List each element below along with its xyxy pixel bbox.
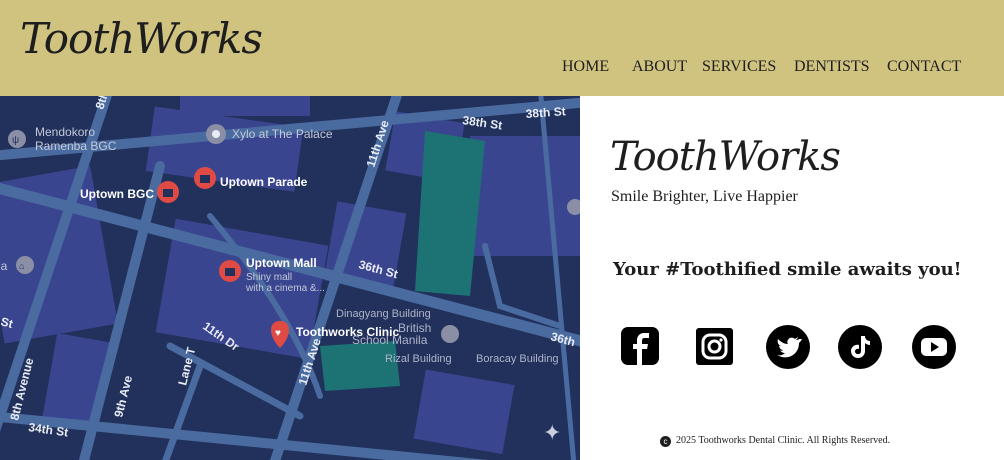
nav-dentists[interactable]: DENTISTS [794,58,870,76]
place-label: Uptown Mall [246,256,317,270]
place-label: Ramenba BGC [35,139,117,153]
street-label: 36th [549,329,576,349]
copyright-icon: c [660,436,671,447]
place-label: ia [0,259,8,273]
sparkle-icon[interactable]: ✦ [543,420,561,445]
site-header: ToothWorks HOME ABOUT SERVICES DENTISTS … [0,0,1004,96]
instagram-icon[interactable] [692,324,738,370]
place-label: Dinagyang Building [336,308,431,320]
nav-home[interactable]: HOME [562,58,609,76]
main-nav: HOME ABOUT SERVICES DENTISTS CONTACT [0,58,1004,80]
cta-heading: Your #Toothified smile awaits you! [613,259,962,280]
street-label: 9th Ave [111,374,135,419]
place-boracay: Boracay Building [476,353,559,365]
place-desc: with a cinema &... [245,283,325,294]
tooth-pin-icon: ♥ [275,328,281,339]
tagline: Smile Brighter, Live Happier [611,188,798,205]
location-map[interactable]: 38th St 38th St 36th St 36th 11th Ave 11… [0,96,580,460]
shopping-bag-icon [200,175,210,183]
hotel-icon: ⌂ [19,261,24,271]
shopping-bag-icon [225,268,235,276]
place-dinagyang: Dinagyang Building [336,308,431,320]
panel-logo: ToothWorks [610,134,841,180]
restaurant-icon: ψ [12,135,19,146]
place-label: Uptown BGC [80,187,154,201]
nav-services[interactable]: SERVICES [702,58,776,76]
place-icon [212,130,220,138]
nav-contact[interactable]: CONTACT [887,58,961,76]
place-desc: Shiny mall [246,272,292,283]
youtube-icon[interactable] [911,324,957,370]
copyright-text: 2025 Toothworks Dental Clinic. All Right… [676,435,891,446]
place-label: Rizal Building [385,353,452,365]
place-label: Mendokoro [35,125,95,139]
place-label: School Manila [352,333,428,347]
tiktok-icon[interactable] [837,324,883,370]
place-rizal: Rizal Building [385,353,452,365]
contact-panel: ToothWorks Smile Brighter, Live Happier … [580,96,1004,460]
place-label: Uptown Parade [220,175,308,189]
copyright-footer: c 2025 Toothworks Dental Clinic. All Righ… [660,435,890,447]
street-label: 38th St [462,113,504,132]
site-logo[interactable]: ToothWorks [20,14,263,63]
twitter-icon[interactable] [765,324,811,370]
street-label: 38th St [525,104,566,121]
place-uptown-bgc[interactable]: Uptown BGC [80,181,179,203]
place-label: Xylo at The Palace [232,127,333,141]
shopping-bag-icon [163,189,173,197]
place-label: Boracay Building [476,353,559,365]
nav-about[interactable]: ABOUT [632,58,687,76]
facebook-icon[interactable] [618,324,664,370]
